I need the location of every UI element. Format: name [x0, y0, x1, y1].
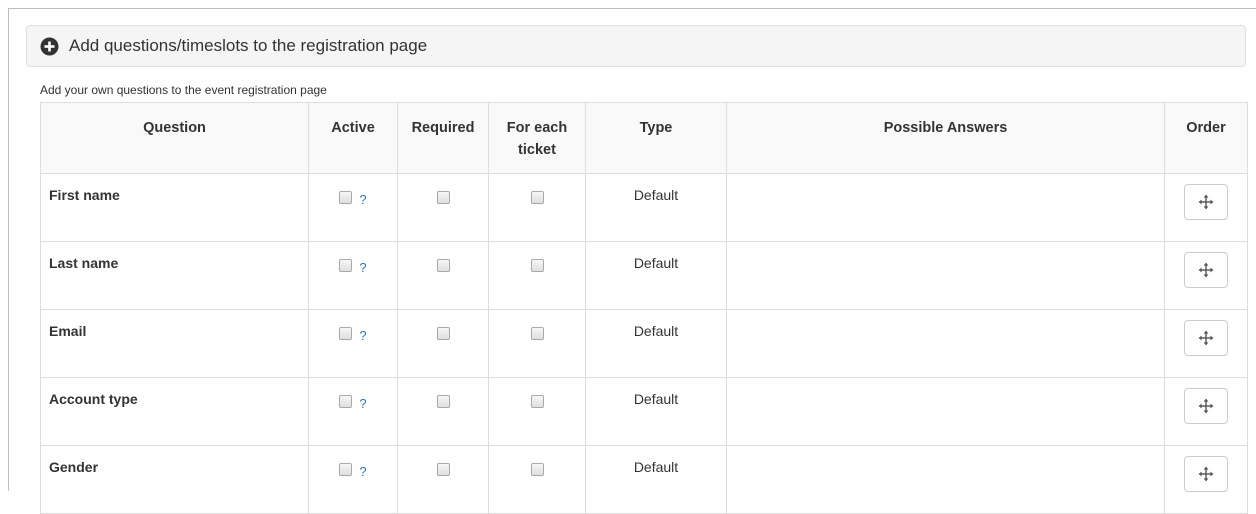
active-checkbox[interactable]: [339, 462, 353, 476]
question-cell: Email: [40, 309, 309, 378]
table-row: First name ? Default: [40, 173, 1248, 242]
order-cell: [1164, 241, 1248, 310]
active-help-link[interactable]: ?: [359, 464, 366, 479]
type-cell: Default: [585, 309, 727, 378]
plus-circle-icon: [40, 37, 59, 56]
frame-border-left: [8, 8, 9, 491]
reorder-button[interactable]: [1184, 252, 1228, 288]
order-cell: [1164, 445, 1248, 514]
active-help-link[interactable]: ?: [359, 260, 366, 275]
for-each-ticket-checkbox[interactable]: [530, 190, 544, 204]
possible-answers-cell: [726, 173, 1165, 242]
active-checkbox[interactable]: [339, 326, 353, 340]
active-help-link[interactable]: ?: [359, 396, 366, 411]
order-cell: [1164, 173, 1248, 242]
header-for-each-ticket: For each ticket: [488, 102, 586, 174]
required-cell: [397, 309, 489, 378]
question-cell: Account type: [40, 377, 309, 446]
panel-title: Add questions/timeslots to the registrat…: [69, 36, 428, 55]
possible-answers-cell: [726, 377, 1165, 446]
type-cell: Default: [585, 241, 727, 310]
type-cell: Default: [585, 377, 727, 446]
move-arrows-icon: [1198, 466, 1214, 482]
for-each-ticket-cell: [488, 173, 586, 242]
header-order: Order: [1164, 102, 1248, 174]
header-possible-answers: Possible Answers: [726, 102, 1165, 174]
active-checkbox[interactable]: [339, 190, 353, 204]
table-header-row: Question Active Required For each ticket…: [40, 102, 1248, 174]
header-for-each-ticket-line2: ticket: [518, 142, 556, 158]
required-checkbox[interactable]: [436, 462, 450, 476]
move-arrows-icon: [1198, 262, 1214, 278]
active-checkbox[interactable]: [339, 394, 353, 408]
reorder-button[interactable]: [1184, 184, 1228, 220]
active-checkbox[interactable]: [339, 258, 353, 272]
possible-answers-cell: [726, 241, 1165, 310]
possible-answers-cell: [726, 309, 1165, 378]
reorder-button[interactable]: [1184, 388, 1228, 424]
for-each-ticket-cell: [488, 241, 586, 310]
active-cell: ?: [308, 241, 398, 310]
header-type: Type: [585, 102, 727, 174]
type-cell: Default: [585, 173, 727, 242]
move-arrows-icon: [1198, 194, 1214, 210]
table-row: Email ? Default: [40, 309, 1248, 378]
type-cell: Default: [585, 445, 727, 514]
possible-answers-cell: [726, 445, 1165, 514]
active-help-link[interactable]: ?: [359, 192, 366, 207]
active-cell: ?: [308, 445, 398, 514]
add-questions-panel-header[interactable]: Add questions/timeslots to the registrat…: [26, 25, 1246, 67]
header-required: Required: [397, 102, 489, 174]
question-cell: First name: [40, 173, 309, 242]
table-row: Gender ? Default: [40, 445, 1248, 514]
required-checkbox[interactable]: [436, 258, 450, 272]
move-arrows-icon: [1198, 330, 1214, 346]
helper-text: Add your own questions to the event regi…: [40, 83, 327, 97]
questions-table: Question Active Required For each ticket…: [40, 102, 1248, 514]
for-each-ticket-checkbox[interactable]: [530, 326, 544, 340]
active-cell: ?: [308, 377, 398, 446]
required-cell: [397, 173, 489, 242]
active-help-link[interactable]: ?: [359, 328, 366, 343]
table-row: Account type ? Default: [40, 377, 1248, 446]
for-each-ticket-checkbox[interactable]: [530, 462, 544, 476]
for-each-ticket-cell: [488, 309, 586, 378]
frame-border-top: [8, 8, 1256, 9]
table-row: Last name ? Default: [40, 241, 1248, 310]
question-cell: Gender: [40, 445, 309, 514]
for-each-ticket-cell: [488, 445, 586, 514]
required-cell: [397, 241, 489, 310]
move-arrows-icon: [1198, 398, 1214, 414]
header-for-each-ticket-line1: For each: [506, 120, 568, 136]
reorder-button[interactable]: [1184, 456, 1228, 492]
header-active: Active: [308, 102, 398, 174]
for-each-ticket-cell: [488, 377, 586, 446]
required-checkbox[interactable]: [436, 394, 450, 408]
active-cell: ?: [308, 309, 398, 378]
for-each-ticket-checkbox[interactable]: [530, 394, 544, 408]
required-cell: [397, 445, 489, 514]
for-each-ticket-checkbox[interactable]: [530, 258, 544, 272]
order-cell: [1164, 377, 1248, 446]
reorder-button[interactable]: [1184, 320, 1228, 356]
question-cell: Last name: [40, 241, 309, 310]
required-cell: [397, 377, 489, 446]
required-checkbox[interactable]: [436, 326, 450, 340]
order-cell: [1164, 309, 1248, 378]
required-checkbox[interactable]: [436, 190, 450, 204]
header-question: Question: [40, 102, 309, 174]
active-cell: ?: [308, 173, 398, 242]
